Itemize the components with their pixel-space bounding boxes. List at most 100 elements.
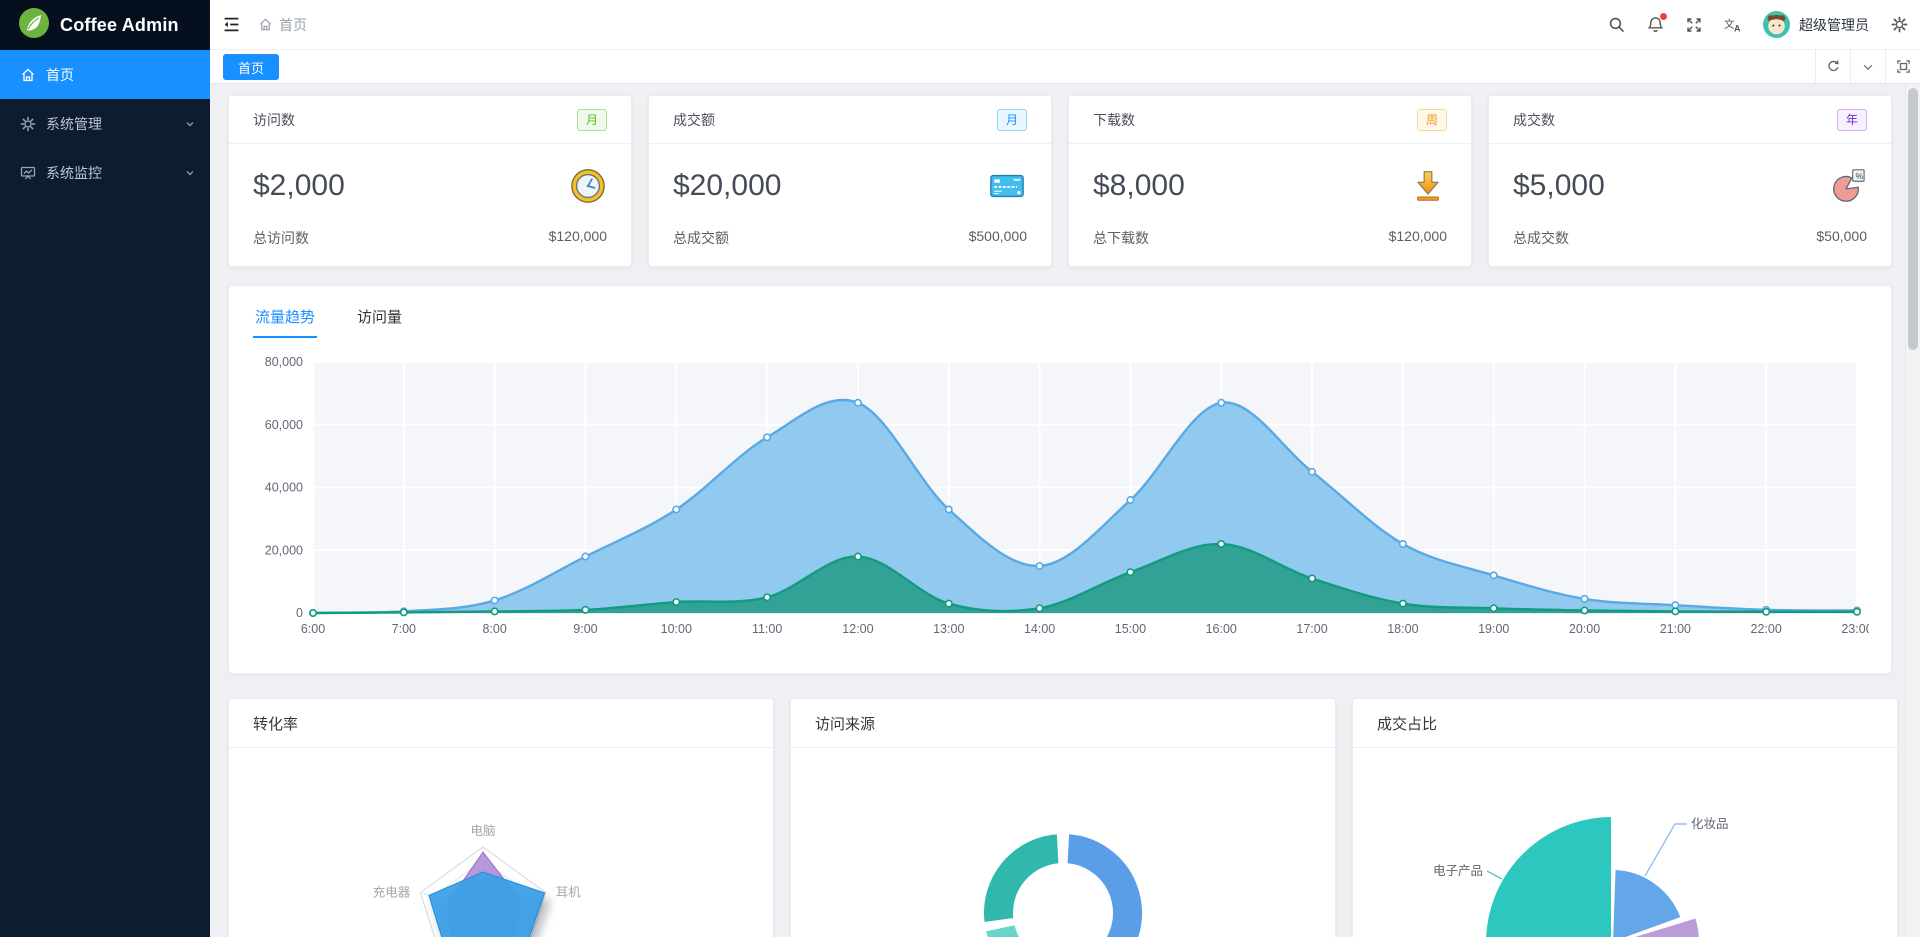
home-icon xyxy=(259,18,272,31)
user-name: 超级管理员 xyxy=(1799,16,1869,33)
svg-text:16:00: 16:00 xyxy=(1206,622,1237,636)
clock-icon xyxy=(571,169,605,203)
breadcrumb[interactable]: 首页 xyxy=(258,15,307,35)
panel-title: 转化率 xyxy=(253,715,299,733)
stat-title: 下载数 xyxy=(1093,111,1135,128)
stat-value: $2,000 xyxy=(253,169,345,202)
logo[interactable]: Coffee Admin xyxy=(0,0,210,50)
traffic-trend-chart: 0 20,000 40,000 60,000 80,000 6:00 7:00 8:00 9:0… xyxy=(265,355,1873,636)
sidebar-item-label: 首页 xyxy=(46,66,74,83)
svg-text:15:00: 15:00 xyxy=(1115,622,1146,636)
monitor-icon xyxy=(20,166,36,179)
breadcrumb-home: 首页 xyxy=(279,16,307,33)
tab-home[interactable]: 首页 xyxy=(223,54,280,80)
svg-text:23:00: 23:00 xyxy=(1841,622,1869,636)
deal-share-pie-chart: 电子产品 化妆品 xyxy=(1433,815,1729,937)
app-title: Coffee Admin xyxy=(60,14,179,35)
pie-chart-icon: % xyxy=(1833,169,1865,202)
credit-card-icon xyxy=(990,174,1024,198)
conversion-radar-chart: 电脑耳机 充电器 xyxy=(373,824,582,937)
svg-text:18:00: 18:00 xyxy=(1387,622,1418,636)
tab-traffic-trend[interactable]: 流量趋势 xyxy=(253,300,318,342)
stat-card-deal-amount: 成交额 月 $20,000 总成交额 $500,000 xyxy=(648,95,1052,267)
stat-title: 访问数 xyxy=(253,111,295,128)
trend-tabs: 流量趋势 访问量 xyxy=(253,300,1867,342)
spring-leaf-logo-icon xyxy=(18,7,50,44)
home-icon xyxy=(22,68,34,81)
refresh-tab-button[interactable] xyxy=(1815,50,1850,83)
visit-source-panel: 访问来源 xyxy=(790,698,1336,937)
stat-footer-value: $120,000 xyxy=(1388,228,1447,244)
translate-icon[interactable]: 文 A xyxy=(1724,16,1742,34)
stat-title: 成交额 xyxy=(673,111,715,128)
chevron-down-icon xyxy=(1863,64,1873,70)
visit-source-donut-chart xyxy=(980,830,1146,937)
tab-label: 访问量 xyxy=(357,309,403,326)
period-badge: 周 xyxy=(1416,108,1447,131)
tab-options-dropdown[interactable] xyxy=(1850,50,1885,83)
deal-share-panel: 成交占比 电子产品 化妆品 xyxy=(1352,698,1898,937)
svg-text:电子产品: 电子产品 xyxy=(1433,864,1483,878)
svg-text:9:00: 9:00 xyxy=(573,622,597,636)
fullscreen-icon[interactable] xyxy=(1685,16,1703,34)
stat-footer-label: 总成交数 xyxy=(1513,230,1569,246)
sidebar-item-system-management[interactable]: 系统管理 xyxy=(0,99,210,148)
stat-footer-value: $120,000 xyxy=(548,228,607,244)
maximize-icon xyxy=(1896,60,1910,73)
chevron-down-icon xyxy=(186,121,194,127)
svg-text:19:00: 19:00 xyxy=(1478,622,1509,636)
sidebar-item-system-monitor[interactable]: 系统监控 xyxy=(0,148,210,197)
page-scrollbar[interactable] xyxy=(1905,84,1920,937)
notification-badge-dot xyxy=(1660,12,1667,20)
user-menu[interactable]: 超级管理员 xyxy=(1763,11,1869,38)
svg-text:电脑: 电脑 xyxy=(470,824,495,838)
bottom-panels-row: 转化率 电脑 耳机 充电器 访问来源 成交占比 电子产品 化妆品 xyxy=(228,698,1898,937)
tab-visits[interactable]: 访问量 xyxy=(355,300,404,342)
notification-bell-icon[interactable] xyxy=(1646,12,1667,34)
sidebar: Coffee Admin 首页 系统管理 系统监控 xyxy=(0,0,210,937)
stat-card-visits: 访问数 月 $2,000 总访问数 $120,000 xyxy=(228,95,632,267)
tab-home-label: 首页 xyxy=(238,60,265,76)
main-content: 访问数 月 $2,000 总访问数 $120,000 成交额 月 $20,000… xyxy=(210,84,1905,937)
stat-card-downloads: 下载数 周 $8,000 总下载数 $120,000 xyxy=(1068,95,1472,267)
sidebar-item-label: 系统管理 xyxy=(46,115,102,132)
stat-footer-value: $50,000 xyxy=(1816,228,1867,244)
stat-title: 成交数 xyxy=(1513,111,1555,128)
maximize-content-button[interactable] xyxy=(1885,50,1920,83)
page-tabbar: 首页 xyxy=(210,50,1920,84)
svg-text:60,000: 60,000 xyxy=(265,418,303,432)
svg-text:13:00: 13:00 xyxy=(933,622,964,636)
search-icon[interactable] xyxy=(1607,16,1625,34)
svg-text:8:00: 8:00 xyxy=(482,622,506,636)
avatar xyxy=(1763,11,1790,38)
svg-text:化妆品: 化妆品 xyxy=(1691,817,1729,831)
svg-text:14:00: 14:00 xyxy=(1024,622,1055,636)
svg-text:7:00: 7:00 xyxy=(392,622,416,636)
stat-value: $5,000 xyxy=(1513,169,1605,202)
svg-text:%: % xyxy=(1856,171,1864,181)
settings-gear-icon[interactable] xyxy=(1890,16,1908,34)
stats-row: 访问数 月 $2,000 总访问数 $120,000 成交额 月 $20,000… xyxy=(228,95,1892,267)
period-badge: 月 xyxy=(996,108,1027,131)
menu-fold-icon[interactable] xyxy=(222,16,240,34)
download-icon xyxy=(1417,171,1439,201)
sidebar-item-home[interactable]: 首页 xyxy=(0,50,210,99)
svg-text:12:00: 12:00 xyxy=(842,622,873,636)
stat-footer-label: 总下载数 xyxy=(1093,230,1149,246)
stat-value: $20,000 xyxy=(673,169,782,202)
svg-text:20:00: 20:00 xyxy=(1569,622,1600,636)
traffic-trend-panel: 流量趋势 访问量 0 20,000 40,000 60,000 80,000 6:00 7:… xyxy=(228,285,1892,674)
stat-footer-label: 总成交额 xyxy=(673,230,729,246)
svg-text:耳机: 耳机 xyxy=(556,886,582,900)
panel-title: 成交占比 xyxy=(1377,715,1438,733)
top-navbar: 首页 文 A 超级管理员 xyxy=(210,0,1920,50)
svg-text:11:00: 11:00 xyxy=(752,622,782,636)
svg-text:17:00: 17:00 xyxy=(1296,622,1327,636)
svg-text:A: A xyxy=(1734,24,1741,34)
tab-label: 流量趋势 xyxy=(255,309,316,326)
panel-title: 访问来源 xyxy=(815,715,876,733)
scrollbar-thumb[interactable] xyxy=(1908,88,1918,350)
refresh-icon xyxy=(1827,60,1839,72)
conversion-rate-panel: 转化率 电脑 耳机 充电器 xyxy=(228,698,774,937)
chevron-down-icon xyxy=(186,170,194,176)
